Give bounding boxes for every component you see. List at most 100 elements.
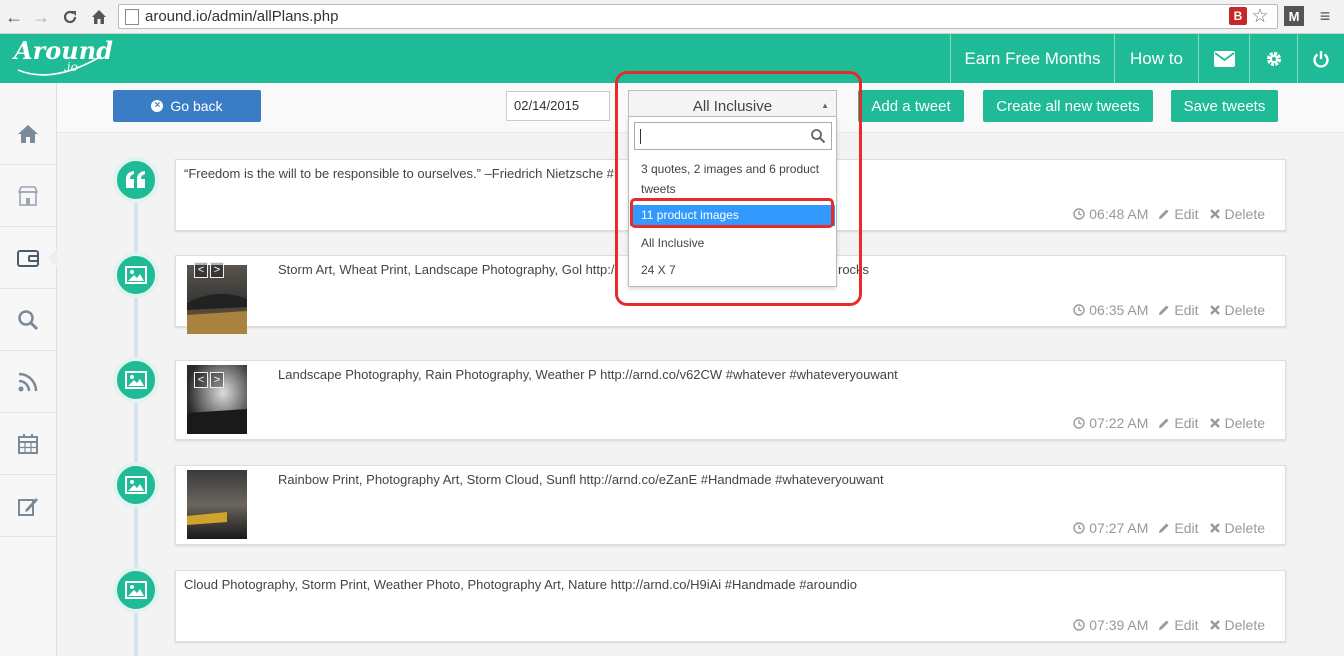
forward-arrow-icon[interactable]: → (30, 6, 52, 28)
close-circle-icon: × (151, 100, 164, 112)
tweet-meta: 07:39 AM Edit Delete (1063, 617, 1265, 633)
edit-link[interactable]: Edit (1158, 302, 1199, 318)
tweet-meta: 07:22 AM Edit Delete (1063, 415, 1265, 431)
edit-link[interactable]: Edit (1158, 415, 1199, 431)
tweet-time-text: 06:48 AM (1089, 206, 1149, 222)
tweet-meta: 06:48 AM Edit Delete (1063, 206, 1265, 222)
url-text: around.io/admin/allPlans.php (145, 8, 339, 25)
back-arrow-icon[interactable]: ← (3, 6, 25, 28)
tweet-thumbnail[interactable] (187, 470, 247, 539)
home-glyph (92, 10, 106, 24)
delete-label: Delete (1224, 206, 1265, 222)
browser-menu-icon[interactable]: ≡ (1316, 6, 1334, 26)
tweet-card: Cloud Photography, Storm Print, Weather … (175, 570, 1286, 642)
bookmark-star-icon[interactable]: ☆ (1251, 6, 1269, 27)
rss-icon (18, 372, 38, 391)
wallet-icon (17, 249, 39, 267)
create-all-tweets-button[interactable]: Create all new tweets (983, 90, 1153, 122)
how-to-link[interactable]: How to (1114, 34, 1198, 83)
tweet-time-text: 07:39 AM (1089, 617, 1149, 633)
tweet-card: < > Landscape Photography, Rain Photogra… (175, 360, 1286, 440)
edit-icon (18, 497, 38, 516)
power-icon[interactable] (1297, 34, 1344, 83)
edit-link[interactable]: Edit (1158, 520, 1199, 536)
mail-icon[interactable] (1198, 34, 1249, 83)
save-tweets-button[interactable]: Save tweets (1171, 90, 1278, 122)
around-logo[interactable]: Around .io (12, 36, 113, 80)
delete-label: Delete (1224, 520, 1265, 536)
delete-link[interactable]: Delete (1209, 302, 1265, 318)
sidebar-item-calendar[interactable] (0, 413, 56, 475)
edit-link[interactable]: Edit (1158, 617, 1199, 633)
go-back-button[interactable]: × Go back (113, 90, 261, 122)
sidebar-item-compose[interactable] (0, 475, 56, 537)
sidebar-item-wallet[interactable] (0, 227, 57, 289)
close-icon (1209, 418, 1220, 428)
home-icon (18, 124, 38, 143)
delete-link[interactable]: Delete (1209, 206, 1265, 222)
delete-link[interactable]: Delete (1209, 415, 1265, 431)
close-icon (1209, 620, 1220, 630)
clock-icon (1073, 208, 1085, 220)
extension-icon[interactable]: B (1229, 7, 1247, 25)
sidebar-item-feed[interactable] (0, 351, 56, 413)
next-image-button[interactable]: > (210, 262, 224, 278)
tweet-time: 06:35 AM (1073, 302, 1148, 318)
delete-link[interactable]: Delete (1209, 617, 1265, 633)
image-icon (113, 462, 159, 508)
gear-icon[interactable] (1249, 34, 1297, 83)
home-icon[interactable] (88, 6, 110, 28)
logo-sub-text: .io (63, 60, 78, 74)
picture-glyph (125, 371, 147, 389)
prev-image-button[interactable]: < (194, 262, 208, 278)
reload-glyph (63, 10, 77, 24)
power-glyph (1313, 50, 1329, 68)
edit-label: Edit (1174, 302, 1199, 318)
tweet-time-text: 06:35 AM (1089, 302, 1149, 318)
annotation-outline (615, 71, 862, 306)
earn-free-months-link[interactable]: Earn Free Months (950, 34, 1114, 83)
reload-icon[interactable] (59, 6, 81, 28)
pencil-icon (1159, 305, 1169, 315)
gmail-extension-icon[interactable]: M (1284, 6, 1304, 26)
delete-link[interactable]: Delete (1209, 520, 1265, 536)
clock-icon (1073, 417, 1085, 429)
sidebar-item-home[interactable] (0, 103, 56, 165)
picture-glyph (125, 581, 147, 599)
edit-link[interactable]: Edit (1158, 206, 1199, 222)
add-tweet-button[interactable]: Add a tweet (858, 90, 964, 122)
address-bar[interactable]: around.io/admin/allPlans.php (118, 4, 1278, 29)
tweet-text: Cloud Photography, Storm Print, Weather … (184, 577, 858, 592)
picture-glyph (125, 266, 147, 284)
sidebar-item-store[interactable] (0, 165, 56, 227)
mail-glyph (1213, 50, 1235, 67)
tweet-text: “Freedom is the will to be responsible t… (184, 166, 614, 181)
tweet-text: Landscape Photography, Rain Photography,… (278, 367, 898, 382)
tweet-time: 07:39 AM (1073, 617, 1148, 633)
clock-icon (1073, 619, 1085, 631)
pencil-icon (1159, 209, 1169, 219)
tweet-text: Storm Art, Wheat Print, Landscape Photog… (278, 262, 615, 277)
pencil-icon (1159, 620, 1169, 630)
thumbnail-nav: < > (194, 372, 224, 388)
prev-image-button[interactable]: < (194, 372, 208, 388)
delete-label: Delete (1224, 617, 1265, 633)
clock-icon (1073, 522, 1085, 534)
calendar-icon (18, 433, 38, 454)
quote-icon (113, 157, 159, 203)
tweet-time-text: 07:27 AM (1089, 520, 1149, 536)
close-icon (1209, 305, 1220, 315)
tweet-time-text: 07:22 AM (1089, 415, 1149, 431)
tweet-time: 07:27 AM (1073, 520, 1148, 536)
image-icon (113, 357, 159, 403)
sidebar-item-search[interactable] (0, 289, 56, 351)
pencil-icon (1159, 523, 1169, 533)
image-icon (113, 567, 159, 613)
next-image-button[interactable]: > (210, 372, 224, 388)
search-icon (18, 309, 39, 330)
image-icon (113, 252, 159, 298)
tweet-text: Rainbow Print, Photography Art, Storm Cl… (278, 472, 884, 487)
date-field[interactable]: 02/14/2015 (506, 91, 610, 121)
close-icon (1209, 523, 1220, 533)
tweet-time: 07:22 AM (1073, 415, 1148, 431)
